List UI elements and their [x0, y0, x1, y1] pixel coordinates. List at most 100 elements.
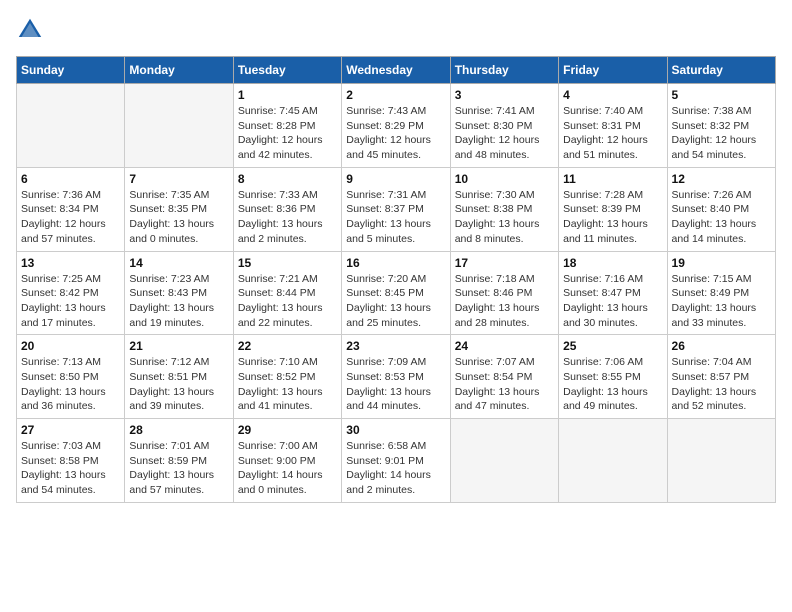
calendar-cell: 26 Sunrise: 7:04 AMSunset: 8:57 PMDayligh… [667, 335, 775, 419]
day-number: 26 [672, 339, 771, 353]
calendar-cell: 4 Sunrise: 7:40 AMSunset: 8:31 PMDaylight… [559, 84, 667, 168]
calendar-cell: 3 Sunrise: 7:41 AMSunset: 8:30 PMDaylight… [450, 84, 558, 168]
calendar-week-row: 20 Sunrise: 7:13 AMSunset: 8:50 PMDayligh… [17, 335, 776, 419]
calendar-cell: 13 Sunrise: 7:25 AMSunset: 8:42 PMDayligh… [17, 251, 125, 335]
calendar-table: SundayMondayTuesdayWednesdayThursdayFrid… [16, 56, 776, 503]
calendar-week-row: 27 Sunrise: 7:03 AMSunset: 8:58 PMDayligh… [17, 419, 776, 503]
day-number: 11 [563, 172, 662, 186]
day-number: 18 [563, 256, 662, 270]
day-info: Sunrise: 6:58 AMSunset: 9:01 PMDaylight:… [346, 439, 445, 498]
day-number: 7 [129, 172, 228, 186]
calendar-cell: 1 Sunrise: 7:45 AMSunset: 8:28 PMDaylight… [233, 84, 341, 168]
day-header-sunday: Sunday [17, 57, 125, 84]
calendar-cell: 12 Sunrise: 7:26 AMSunset: 8:40 PMDayligh… [667, 167, 775, 251]
day-info: Sunrise: 7:00 AMSunset: 9:00 PMDaylight:… [238, 439, 337, 498]
day-header-saturday: Saturday [667, 57, 775, 84]
day-number: 2 [346, 88, 445, 102]
calendar-cell: 15 Sunrise: 7:21 AMSunset: 8:44 PMDayligh… [233, 251, 341, 335]
day-info: Sunrise: 7:10 AMSunset: 8:52 PMDaylight:… [238, 355, 337, 414]
calendar-cell: 6 Sunrise: 7:36 AMSunset: 8:34 PMDaylight… [17, 167, 125, 251]
calendar-cell: 29 Sunrise: 7:00 AMSunset: 9:00 PMDayligh… [233, 419, 341, 503]
day-number: 30 [346, 423, 445, 437]
day-info: Sunrise: 7:13 AMSunset: 8:50 PMDaylight:… [21, 355, 120, 414]
calendar-cell: 16 Sunrise: 7:20 AMSunset: 8:45 PMDayligh… [342, 251, 450, 335]
calendar-cell: 11Sunrise: 7:28 AMSunset: 8:39 PMDayligh… [559, 167, 667, 251]
day-info: Sunrise: 7:31 AMSunset: 8:37 PMDaylight:… [346, 188, 445, 247]
calendar-header-row: SundayMondayTuesdayWednesdayThursdayFrid… [17, 57, 776, 84]
calendar-cell: 8Sunrise: 7:33 AMSunset: 8:36 PMDaylight… [233, 167, 341, 251]
day-number: 9 [346, 172, 445, 186]
calendar-cell: 28Sunrise: 7:01 AMSunset: 8:59 PMDayligh… [125, 419, 233, 503]
day-info: Sunrise: 7:21 AMSunset: 8:44 PMDaylight:… [238, 272, 337, 331]
day-info: Sunrise: 7:26 AMSunset: 8:40 PMDaylight:… [672, 188, 771, 247]
day-info: Sunrise: 7:18 AMSunset: 8:46 PMDaylight:… [455, 272, 554, 331]
day-number: 24 [455, 339, 554, 353]
calendar-cell [450, 419, 558, 503]
calendar-cell: 17 Sunrise: 7:18 AMSunset: 8:46 PMDayligh… [450, 251, 558, 335]
day-info: Sunrise: 7:06 AMSunset: 8:55 PMDaylight:… [563, 355, 662, 414]
calendar-cell: 14 Sunrise: 7:23 AMSunset: 8:43 PMDayligh… [125, 251, 233, 335]
day-header-tuesday: Tuesday [233, 57, 341, 84]
calendar-cell [667, 419, 775, 503]
day-header-monday: Monday [125, 57, 233, 84]
day-header-thursday: Thursday [450, 57, 558, 84]
day-info: Sunrise: 7:07 AMSunset: 8:54 PMDaylight:… [455, 355, 554, 414]
day-number: 15 [238, 256, 337, 270]
day-number: 16 [346, 256, 445, 270]
calendar-cell [125, 84, 233, 168]
calendar-week-row: 1 Sunrise: 7:45 AMSunset: 8:28 PMDaylight… [17, 84, 776, 168]
calendar-cell: 10Sunrise: 7:30 AMSunset: 8:38 PMDayligh… [450, 167, 558, 251]
calendar-cell: 27 Sunrise: 7:03 AMSunset: 8:58 PMDayligh… [17, 419, 125, 503]
logo-icon [16, 16, 44, 44]
day-number: 14 [129, 256, 228, 270]
calendar-cell: 19 Sunrise: 7:15 AMSunset: 8:49 PMDayligh… [667, 251, 775, 335]
calendar-cell [17, 84, 125, 168]
day-info: Sunrise: 7:41 AMSunset: 8:30 PMDaylight:… [455, 104, 554, 163]
calendar-cell: 25 Sunrise: 7:06 AMSunset: 8:55 PMDayligh… [559, 335, 667, 419]
day-number: 19 [672, 256, 771, 270]
day-header-wednesday: Wednesday [342, 57, 450, 84]
day-info: Sunrise: 7:40 AMSunset: 8:31 PMDaylight:… [563, 104, 662, 163]
day-number: 20 [21, 339, 120, 353]
day-info: Sunrise: 7:45 AMSunset: 8:28 PMDaylight:… [238, 104, 337, 163]
page-header [16, 16, 776, 44]
day-number: 12 [672, 172, 771, 186]
day-info: Sunrise: 7:38 AMSunset: 8:32 PMDaylight:… [672, 104, 771, 163]
day-number: 29 [238, 423, 337, 437]
day-info: Sunrise: 7:36 AMSunset: 8:34 PMDaylight:… [21, 188, 120, 247]
day-number: 21 [129, 339, 228, 353]
calendar-cell: 9 Sunrise: 7:31 AMSunset: 8:37 PMDaylight… [342, 167, 450, 251]
day-info: Sunrise: 7:04 AMSunset: 8:57 PMDaylight:… [672, 355, 771, 414]
day-number: 27 [21, 423, 120, 437]
calendar-cell: 22Sunrise: 7:10 AMSunset: 8:52 PMDayligh… [233, 335, 341, 419]
calendar-cell: 23 Sunrise: 7:09 AMSunset: 8:53 PMDayligh… [342, 335, 450, 419]
day-info: Sunrise: 7:33 AMSunset: 8:36 PMDaylight:… [238, 188, 337, 247]
day-info: Sunrise: 7:09 AMSunset: 8:53 PMDaylight:… [346, 355, 445, 414]
day-number: 17 [455, 256, 554, 270]
calendar-cell: 24 Sunrise: 7:07 AMSunset: 8:54 PMDayligh… [450, 335, 558, 419]
calendar-cell: 7 Sunrise: 7:35 AMSunset: 8:35 PMDaylight… [125, 167, 233, 251]
logo [16, 16, 48, 44]
day-info: Sunrise: 7:03 AMSunset: 8:58 PMDaylight:… [21, 439, 120, 498]
day-info: Sunrise: 7:15 AMSunset: 8:49 PMDaylight:… [672, 272, 771, 331]
day-number: 4 [563, 88, 662, 102]
day-number: 25 [563, 339, 662, 353]
day-number: 6 [21, 172, 120, 186]
day-header-friday: Friday [559, 57, 667, 84]
day-info: Sunrise: 7:43 AMSunset: 8:29 PMDaylight:… [346, 104, 445, 163]
calendar-cell [559, 419, 667, 503]
day-info: Sunrise: 7:16 AMSunset: 8:47 PMDaylight:… [563, 272, 662, 331]
calendar-cell: 20 Sunrise: 7:13 AMSunset: 8:50 PMDayligh… [17, 335, 125, 419]
day-number: 23 [346, 339, 445, 353]
day-info: Sunrise: 7:20 AMSunset: 8:45 PMDaylight:… [346, 272, 445, 331]
day-info: Sunrise: 7:23 AMSunset: 8:43 PMDaylight:… [129, 272, 228, 331]
calendar-cell: 30 Sunrise: 6:58 AMSunset: 9:01 PMDayligh… [342, 419, 450, 503]
day-number: 3 [455, 88, 554, 102]
day-info: Sunrise: 7:35 AMSunset: 8:35 PMDaylight:… [129, 188, 228, 247]
calendar-week-row: 13 Sunrise: 7:25 AMSunset: 8:42 PMDayligh… [17, 251, 776, 335]
day-number: 1 [238, 88, 337, 102]
day-info: Sunrise: 7:25 AMSunset: 8:42 PMDaylight:… [21, 272, 120, 331]
day-number: 13 [21, 256, 120, 270]
calendar-week-row: 6 Sunrise: 7:36 AMSunset: 8:34 PMDaylight… [17, 167, 776, 251]
calendar-cell: 18 Sunrise: 7:16 AMSunset: 8:47 PMDayligh… [559, 251, 667, 335]
